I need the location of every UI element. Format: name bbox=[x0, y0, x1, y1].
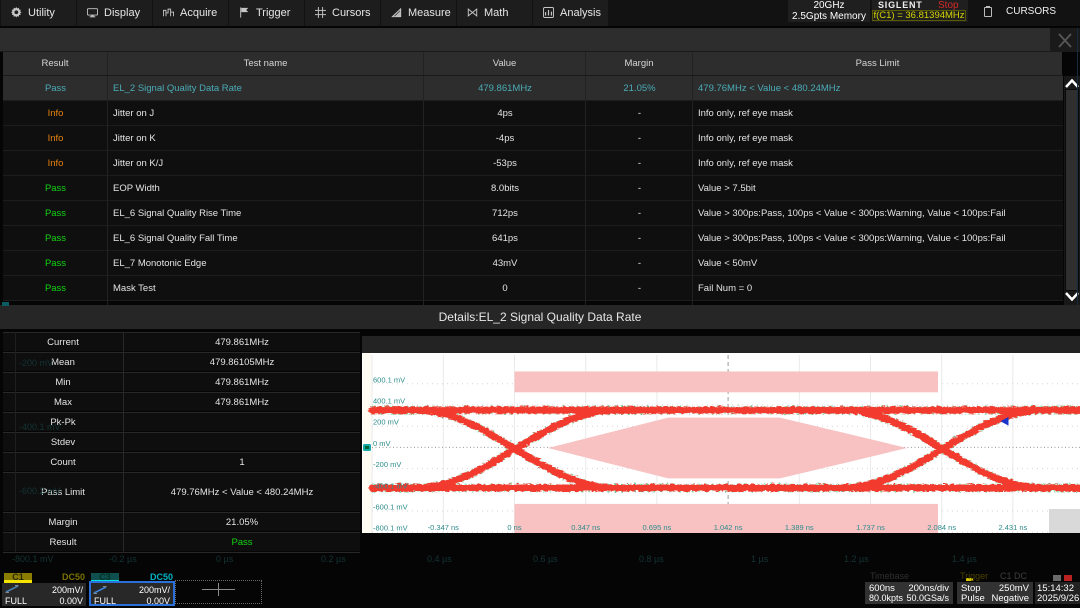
svg-text:0 mV: 0 mV bbox=[373, 439, 391, 448]
svg-text:2.431 ns: 2.431 ns bbox=[999, 523, 1028, 532]
svg-text:600.1 mV: 600.1 mV bbox=[373, 375, 405, 384]
svg-text:-200 mV: -200 mV bbox=[373, 460, 401, 469]
svg-text:200 mV: 200 mV bbox=[373, 418, 399, 427]
svg-text:1.737 ns: 1.737 ns bbox=[856, 523, 885, 532]
svg-text:-400.1 mV: -400.1 mV bbox=[373, 481, 408, 490]
svg-text:-0.347 ns: -0.347 ns bbox=[428, 523, 460, 532]
svg-text:0.347 ns: 0.347 ns bbox=[571, 523, 600, 532]
svg-text:1.389 ns: 1.389 ns bbox=[785, 523, 814, 532]
svg-text:2.084 ns: 2.084 ns bbox=[927, 523, 956, 532]
svg-text:1.042 ns: 1.042 ns bbox=[714, 523, 743, 532]
svg-text:-600.1 mV: -600.1 mV bbox=[373, 503, 408, 512]
svg-text:0.695 ns: 0.695 ns bbox=[643, 523, 672, 532]
svg-text:-800.1 mV: -800.1 mV bbox=[373, 524, 408, 533]
svg-text:400.1 mV: 400.1 mV bbox=[373, 397, 405, 406]
svg-text:0 ns: 0 ns bbox=[507, 523, 521, 532]
